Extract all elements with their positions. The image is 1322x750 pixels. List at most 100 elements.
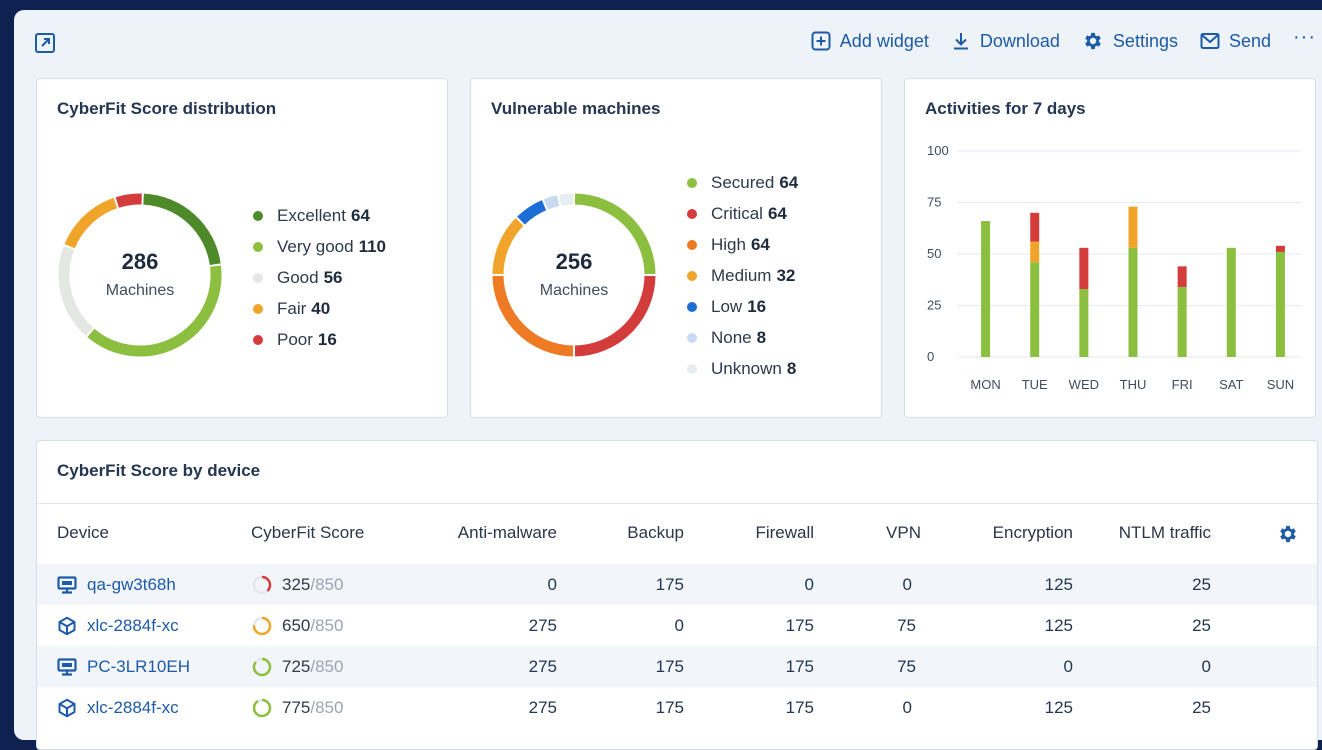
more-options-button[interactable]: ··· [1293, 27, 1316, 50]
column-settings-gear-icon[interactable] [1277, 523, 1299, 550]
y-tick-label: 50 [927, 246, 941, 261]
legend-label: Unknown [711, 358, 782, 378]
vulnerable-machines-card: Vulnerable machines 256 Machines Secured… [470, 78, 882, 418]
bar-segment[interactable] [1275, 245, 1285, 252]
table-row[interactable]: qa-gw3t68h 325/850 0 175 0 0 125 25 [37, 564, 1317, 605]
bar-segment[interactable] [1030, 262, 1040, 357]
column-header-firewall[interactable]: Firewall [755, 513, 814, 553]
x-tick-label: TUE [1022, 377, 1048, 392]
cyberfit-distribution-card: CyberFit Score distribution 286 Machines… [36, 78, 448, 418]
virtual-machine-cube-icon [58, 698, 76, 717]
bar-segment[interactable] [981, 221, 991, 357]
device-link[interactable]: xlc-2884f-xc [57, 698, 179, 718]
legend-dot [253, 241, 263, 252]
download-button[interactable]: Download [951, 31, 1060, 52]
legend-label: None [711, 327, 752, 347]
legend-value: 110 [358, 236, 386, 256]
column-header-ntlm-traffic[interactable]: NTLM traffic [1119, 513, 1211, 553]
legend-item: Good 56 [253, 262, 386, 293]
device-name: xlc-2884f-xc [87, 697, 179, 717]
score-value: 650 [282, 615, 311, 635]
firewall-value: 175 [785, 656, 814, 676]
legend-item: Fair 40 [253, 293, 386, 324]
card-title: CyberFit Score distribution [57, 99, 277, 118]
column-header-anti-malware[interactable]: Anti-malware [458, 513, 557, 553]
add-widget-label: Add widget [839, 30, 929, 51]
score-value: 775 [282, 697, 311, 717]
legend-value: 16 [747, 296, 767, 316]
firewall-value: 175 [785, 615, 814, 635]
donut-segment-low[interactable] [517, 200, 547, 225]
gear-icon [1085, 32, 1101, 50]
score-ring-icon [252, 657, 272, 676]
firewall-value: 0 [804, 574, 814, 594]
score-max: /850 [310, 574, 344, 594]
add-widget-button[interactable]: Add widget [811, 31, 929, 52]
donut-segment-unknown[interactable] [559, 193, 574, 206]
activities-bar-chart: 0 25 50 75 100 MON TUE WED THU FRI SAT SUN [927, 143, 1301, 392]
settings-label: Settings [1112, 30, 1178, 51]
expand-icon[interactable] [34, 32, 56, 54]
legend-dot [253, 272, 263, 283]
device-link[interactable]: PC-3LR10EH [57, 657, 190, 677]
legend-value: 40 [311, 298, 331, 318]
table-row[interactable]: xlc-2884f-xc 650/850 275 0 175 75 125 25 [37, 605, 1317, 646]
cyberfit-legend: Excellent 64 Very good 110 Good 56 Fair 40 P… [253, 200, 386, 355]
device-link[interactable]: xlc-2884f-xc [57, 616, 179, 636]
legend-item: Very good 110 [253, 231, 386, 262]
column-header-encryption[interactable]: Encryption [993, 513, 1073, 553]
legend-value: 8 [786, 358, 797, 378]
ntlm-value: 0 [1201, 656, 1211, 676]
table-header-row: Device CyberFit Score Anti-malware Backu… [37, 513, 1317, 553]
score-value: 325 [282, 574, 311, 594]
legend-label: Poor [277, 329, 313, 349]
total-label: Machines [539, 282, 609, 299]
bar-segment[interactable] [1177, 286, 1187, 357]
bar-segment[interactable] [1079, 289, 1089, 357]
donut-segment-none[interactable] [543, 195, 560, 210]
device-name: xlc-2884f-xc [87, 615, 179, 635]
bar-segment[interactable] [1079, 247, 1089, 290]
ntlm-value: 25 [1192, 615, 1211, 635]
legend-value: 64 [767, 203, 787, 223]
bar-segment[interactable] [1177, 266, 1187, 287]
settings-button[interactable]: Settings [1082, 30, 1178, 52]
donut-segment-fair[interactable] [64, 197, 118, 249]
donut-segment-poor[interactable] [115, 193, 142, 208]
send-button[interactable]: Send [1200, 31, 1271, 52]
table-row[interactable]: PC-3LR10EH 725/850 275 175 175 75 0 0 [37, 646, 1317, 687]
score-value: 725 [282, 656, 311, 676]
bar-segment[interactable] [1128, 247, 1138, 357]
anti-malware-value: 275 [528, 615, 557, 635]
column-header-device[interactable]: Device [57, 513, 109, 553]
device-name: PC-3LR10EH [87, 656, 190, 676]
bar-segment[interactable] [1275, 251, 1285, 357]
bar-segment[interactable] [1030, 241, 1040, 263]
legend-value: 32 [776, 265, 796, 285]
score-max: /850 [310, 656, 344, 676]
legend-value: 64 [350, 205, 370, 225]
donut-center: 256 Machines [504, 249, 644, 300]
desktop-icon [57, 575, 77, 594]
backup-value: 175 [655, 656, 684, 676]
column-header-vpn[interactable]: VPN [886, 513, 921, 553]
score-max: /850 [310, 697, 344, 717]
bar-segment[interactable] [1128, 206, 1138, 248]
y-tick-label: 100 [927, 143, 949, 158]
legend-label: Fair [277, 298, 307, 318]
card-title: Vulnerable machines [491, 99, 661, 118]
total-label: Machines [105, 282, 175, 299]
legend-label: Low [711, 296, 743, 316]
ntlm-value: 25 [1192, 574, 1211, 594]
column-header-cyberfit-score[interactable]: CyberFit Score [251, 513, 364, 553]
bar-segment[interactable] [1030, 212, 1040, 242]
column-header-backup[interactable]: Backup [627, 513, 684, 553]
legend-value: 8 [756, 327, 767, 347]
device-link[interactable]: qa-gw3t68h [57, 575, 176, 595]
legend-item: None 8 [687, 322, 798, 353]
legend-value: 16 [317, 329, 337, 349]
legend-item: Low 16 [687, 291, 798, 322]
total-machines: 286 [121, 249, 159, 274]
score-ring-icon [252, 575, 272, 594]
bar-segment[interactable] [1226, 247, 1236, 357]
